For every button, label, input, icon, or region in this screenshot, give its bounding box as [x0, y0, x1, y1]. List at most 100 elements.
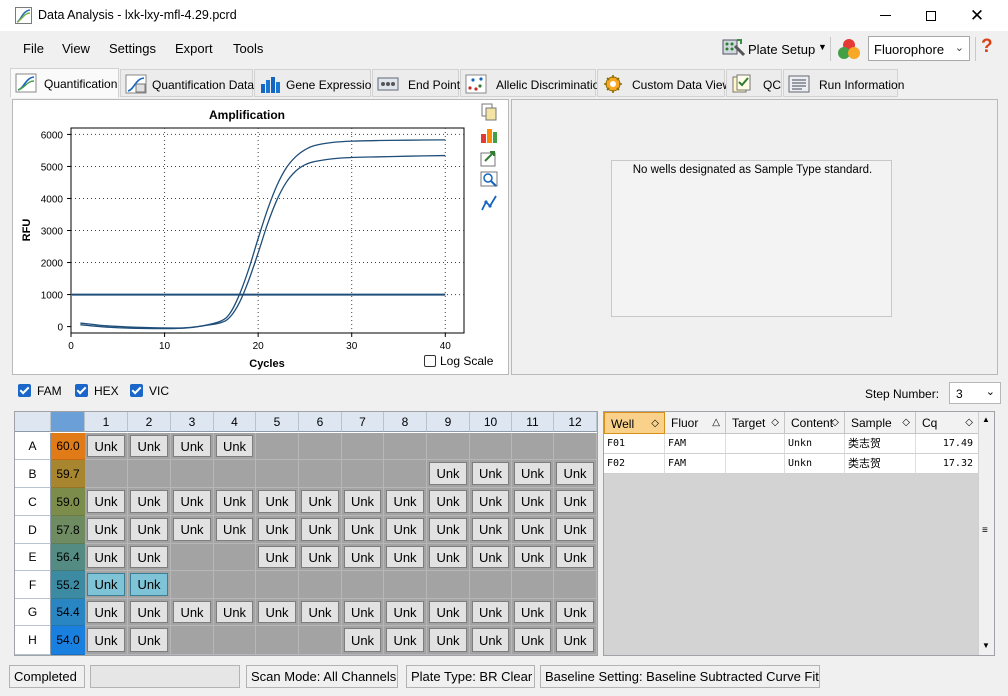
vic-checkbox[interactable]: VIC: [130, 384, 169, 398]
plate-well[interactable]: Unk: [384, 626, 427, 655]
table-cell[interactable]: [726, 454, 785, 474]
scroll-grip-icon[interactable]: ≡: [982, 526, 988, 536]
plate-well[interactable]: [214, 460, 256, 488]
plate-well[interactable]: Unk: [128, 544, 171, 571]
plate-well[interactable]: [427, 433, 470, 460]
column-header[interactable]: Content ◇: [785, 412, 845, 434]
plate-well[interactable]: [299, 571, 342, 599]
plate-well[interactable]: [384, 433, 427, 460]
step-number-select[interactable]: 3 ⌄: [949, 382, 1001, 404]
plate-well[interactable]: Unk: [171, 488, 214, 516]
plate-well[interactable]: Unk: [85, 571, 128, 599]
table-cell[interactable]: F02: [604, 454, 665, 474]
tab-allelic-discrimination[interactable]: Allelic Discrimination: [460, 69, 606, 97]
plate-well[interactable]: [214, 544, 256, 571]
table-cell[interactable]: FAM: [665, 434, 726, 454]
plate-well[interactable]: Unk: [214, 599, 256, 626]
plate-well[interactable]: [342, 433, 384, 460]
plate-well[interactable]: [342, 460, 384, 488]
zoom-icon[interactable]: [480, 171, 498, 189]
plate-well[interactable]: Unk: [85, 516, 128, 544]
plate-well[interactable]: Unk: [128, 599, 171, 626]
column-header[interactable]: 1: [85, 412, 128, 432]
plate-well[interactable]: Unk: [128, 488, 171, 516]
row-header[interactable]: F: [15, 571, 51, 599]
plate-well[interactable]: [214, 571, 256, 599]
plate-setup-button[interactable]: Plate Setup ▼: [720, 36, 828, 60]
plate-well[interactable]: Unk: [554, 460, 597, 488]
plate-well[interactable]: Unk: [256, 544, 299, 571]
plate-well[interactable]: Unk: [128, 571, 171, 599]
plate-well[interactable]: [256, 626, 299, 655]
plate-well[interactable]: Unk: [512, 544, 554, 571]
plate-well[interactable]: [384, 571, 427, 599]
plate-well[interactable]: Unk: [256, 599, 299, 626]
table-cell[interactable]: 17.49: [916, 434, 979, 454]
scroll-up-icon[interactable]: ▲: [982, 415, 990, 424]
plate-well[interactable]: [512, 433, 554, 460]
plate-well[interactable]: [171, 571, 214, 599]
table-cell[interactable]: 类志贺: [845, 454, 916, 474]
plate-well[interactable]: Unk: [554, 544, 597, 571]
plate-well[interactable]: Unk: [427, 599, 470, 626]
plate-well[interactable]: Unk: [85, 599, 128, 626]
row-header[interactable]: A: [15, 433, 51, 460]
plate-well[interactable]: [256, 460, 299, 488]
plate-well[interactable]: Unk: [342, 488, 384, 516]
plate-well[interactable]: [470, 433, 512, 460]
tab-gene-expression[interactable]: Gene Expression: [254, 69, 378, 97]
plate-well[interactable]: [512, 571, 554, 599]
export-icon[interactable]: [480, 149, 498, 167]
menu-settings[interactable]: Settings: [109, 41, 156, 56]
plate-well[interactable]: Unk: [512, 460, 554, 488]
maximize-button[interactable]: [908, 0, 954, 31]
plate-well[interactable]: Unk: [85, 488, 128, 516]
row-header[interactable]: H: [15, 626, 51, 655]
column-header[interactable]: 8: [384, 412, 427, 432]
plate-well[interactable]: Unk: [384, 544, 427, 571]
column-header[interactable]: 10: [470, 412, 512, 432]
column-header[interactable]: 5: [256, 412, 299, 432]
plate-well[interactable]: [299, 626, 342, 655]
plate-well[interactable]: Unk: [299, 544, 342, 571]
plate-well[interactable]: [342, 571, 384, 599]
menu-export[interactable]: Export: [175, 41, 213, 56]
plate-well[interactable]: Unk: [470, 516, 512, 544]
plate-well[interactable]: [214, 626, 256, 655]
plate-well[interactable]: Unk: [256, 516, 299, 544]
row-header[interactable]: G: [15, 599, 51, 626]
plate-well[interactable]: [384, 460, 427, 488]
plate-well[interactable]: [470, 571, 512, 599]
table-cell[interactable]: Unkn: [785, 434, 845, 454]
plate-well[interactable]: Unk: [512, 488, 554, 516]
fluorophore-select[interactable]: Fluorophore ⌄: [868, 36, 970, 61]
column-header[interactable]: Cq ◇: [916, 412, 979, 434]
plate-well[interactable]: [427, 571, 470, 599]
plate-well[interactable]: Unk: [171, 599, 214, 626]
plate-well[interactable]: Unk: [470, 544, 512, 571]
tab-qc[interactable]: QC: [726, 69, 782, 97]
plate-well[interactable]: Unk: [342, 599, 384, 626]
plate-well[interactable]: Unk: [85, 433, 128, 460]
plate-well[interactable]: Unk: [427, 488, 470, 516]
plate-well[interactable]: Unk: [214, 516, 256, 544]
plate-well[interactable]: Unk: [470, 488, 512, 516]
fluorophore-palette-icon[interactable]: [836, 37, 862, 61]
column-header[interactable]: 12: [554, 412, 597, 432]
column-header[interactable]: 2: [128, 412, 171, 432]
plate-well[interactable]: Unk: [554, 516, 597, 544]
column-header[interactable]: 3: [171, 412, 214, 432]
plate-well[interactable]: Unk: [384, 599, 427, 626]
column-header[interactable]: 11: [512, 412, 554, 432]
plate-well[interactable]: Unk: [470, 626, 512, 655]
plate-well[interactable]: Unk: [342, 516, 384, 544]
plate-well[interactable]: Unk: [427, 626, 470, 655]
table-cell[interactable]: Unkn: [785, 454, 845, 474]
plate-well[interactable]: Unk: [342, 544, 384, 571]
log-scale-checkbox[interactable]: Log Scale: [424, 354, 493, 368]
plate-well[interactable]: Unk: [512, 516, 554, 544]
table-cell[interactable]: [726, 434, 785, 454]
tab-quantification[interactable]: Quantification: [10, 68, 119, 98]
hex-checkbox[interactable]: HEX: [75, 384, 119, 398]
menu-view[interactable]: View: [62, 41, 90, 56]
